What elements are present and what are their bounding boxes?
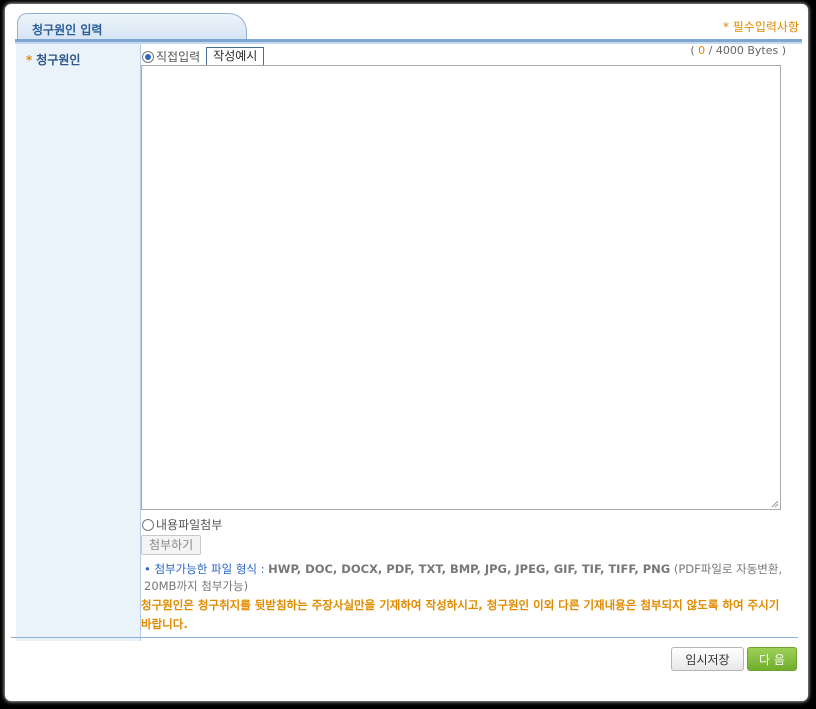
file-attach-label[interactable]: 내용파일첨부: [156, 516, 222, 533]
byte-sep: /: [708, 44, 713, 57]
label-column: * 청구원인: [16, 44, 141, 641]
section-header: 청구원인 입력 * 필수입력사항: [15, 8, 802, 46]
byte-counter: ( 0 / 4000 Bytes ): [690, 44, 786, 57]
allowed-formats-note: • 첨부가능한 파일 형식 : HWP, DOC, DOCX, PDF, TXT…: [144, 561, 794, 595]
save-draft-button[interactable]: 임시저장: [671, 647, 744, 671]
section-tab: 청구원인 입력: [17, 13, 247, 41]
allowed-formats-label: 첨부가능한 파일 형식 :: [154, 562, 265, 576]
byte-open: (: [690, 44, 695, 57]
warning-message: 청구원인은 청구취지를 뒷받침하는 주장사실만을 기재하여 작성하시고, 청구원…: [141, 598, 780, 631]
direct-input-option[interactable]: 직접입력 작성예시: [142, 47, 265, 66]
section-title: 청구원인 입력: [32, 23, 103, 37]
byte-max: 4000 Bytes: [715, 44, 779, 57]
writing-example-button[interactable]: 작성예시: [206, 47, 265, 66]
required-star: *: [26, 53, 33, 67]
bullet-icon: •: [144, 562, 151, 576]
required-fields-note: * 필수입력사항: [722, 20, 799, 34]
claim-reason-label: * 청구원인: [26, 51, 80, 68]
file-attach-radio[interactable]: [142, 518, 154, 531]
byte-close: ): [781, 44, 786, 57]
allowed-formats-list: HWP, DOC, DOCX, PDF, TXT, BMP, JPG, JPEG…: [268, 562, 671, 576]
attach-button[interactable]: 첨부하기: [141, 535, 202, 555]
direct-input-radio[interactable]: [142, 50, 154, 63]
direct-input-label[interactable]: 직접입력: [156, 48, 200, 65]
byte-current: 0: [698, 44, 706, 57]
claim-reason-textarea[interactable]: [141, 65, 781, 510]
form-bottom-divider: [11, 637, 798, 638]
next-button[interactable]: 다 음: [747, 647, 797, 671]
claim-reason-label-text: 청구원인: [36, 53, 81, 67]
resize-handle-icon[interactable]: [771, 500, 779, 508]
file-attach-option[interactable]: 내용파일첨부: [142, 516, 222, 533]
